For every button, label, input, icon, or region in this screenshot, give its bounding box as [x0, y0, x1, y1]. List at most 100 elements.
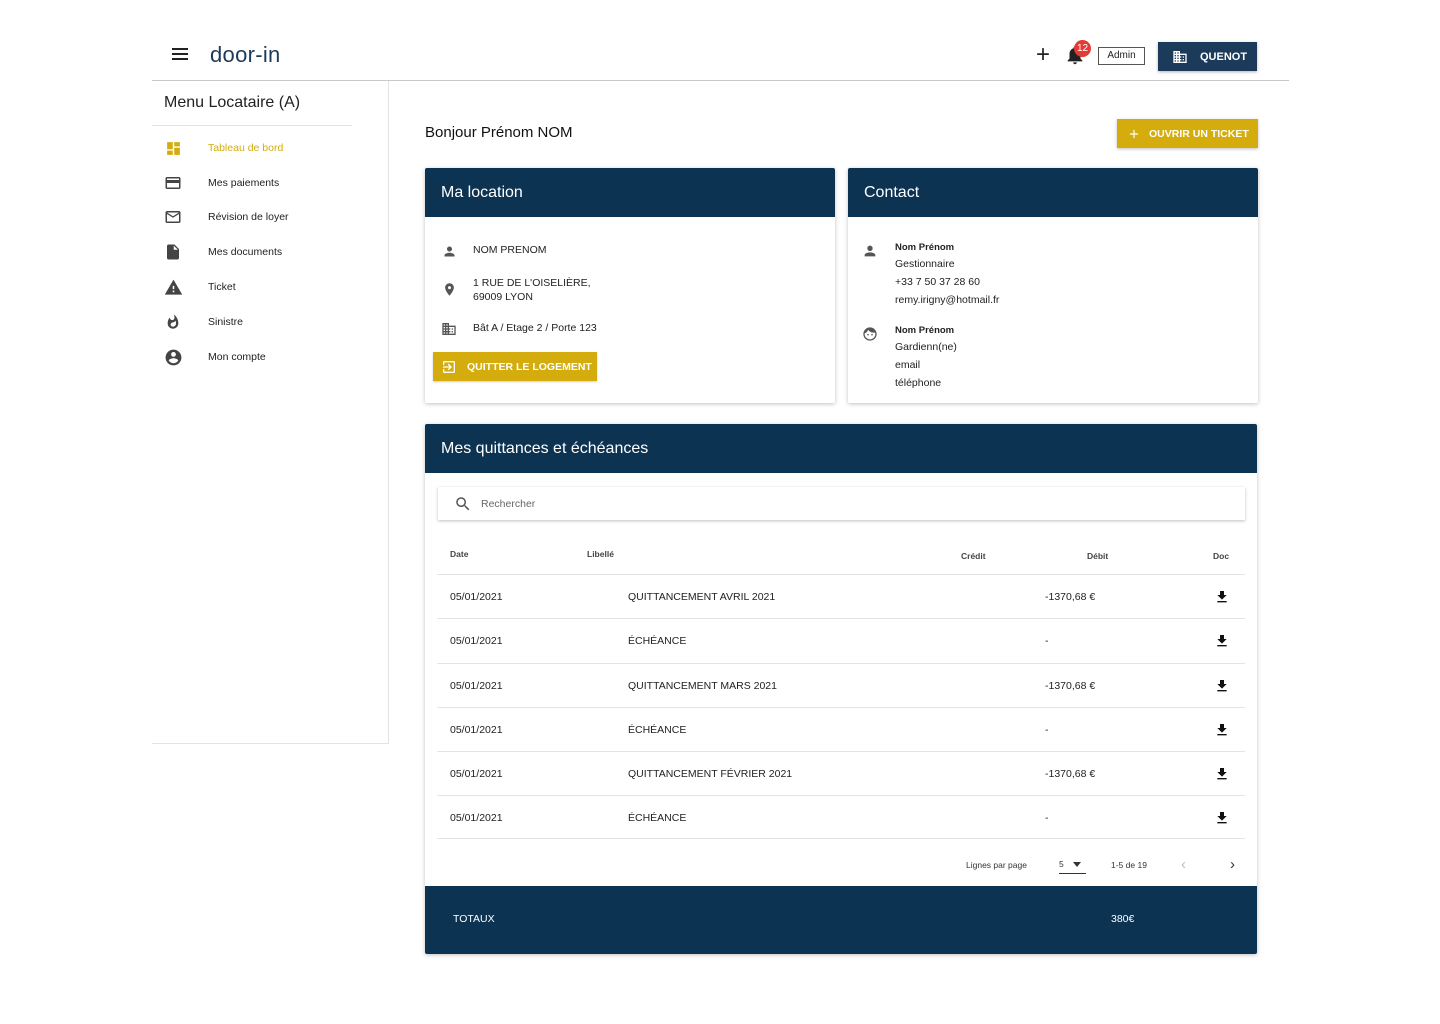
- tenant-name-row: NOM PRENOM: [441, 243, 547, 259]
- face-icon: [863, 327, 877, 341]
- table-row: 05/01/2021 QUITTANCEMENT FÉVRIER 2021 -1…: [437, 751, 1245, 795]
- mail-icon: [163, 207, 183, 227]
- sidebar-item-label: Mes documents: [208, 246, 283, 258]
- download-icon[interactable]: [1214, 721, 1230, 739]
- table-row: 05/01/2021 QUITTANCEMENT AVRIL 2021 -137…: [437, 574, 1245, 618]
- sidebar-item-label: Tableau de bord: [208, 142, 284, 154]
- building-row: Bât A / Etage 2 / Porte 123: [441, 321, 597, 337]
- sidebar-item-ticket[interactable]: Ticket: [152, 270, 388, 304]
- top-bar: door-in + 12 Admin QUENOT: [152, 28, 1289, 81]
- pagination: Lignes par page 5 1-5 de 19 ‹ ›: [425, 854, 1257, 884]
- column-header-libelle[interactable]: Libellé: [587, 549, 614, 559]
- download-icon[interactable]: [1214, 588, 1230, 606]
- row-date: 05/01/2021: [450, 812, 503, 824]
- contact-role: Gestionnaire: [895, 258, 955, 270]
- organization-button[interactable]: QUENOT: [1158, 42, 1257, 71]
- sidebar-item-sinistre[interactable]: Sinistre: [152, 305, 388, 339]
- address-row: 1 RUE DE L'OISELIÈRE, 69009 LYON: [441, 276, 591, 304]
- admin-button[interactable]: Admin: [1098, 47, 1145, 65]
- pagination-range: 1-5 de 19: [1111, 860, 1147, 870]
- download-icon[interactable]: [1214, 677, 1230, 695]
- app-logo[interactable]: door-in: [210, 42, 281, 68]
- divider: [152, 125, 352, 126]
- contact-phone[interactable]: email: [895, 356, 957, 374]
- warning-icon: [163, 277, 183, 297]
- dropdown-arrow-icon: [1073, 862, 1081, 867]
- column-header-debit[interactable]: Débit: [1087, 551, 1108, 561]
- contact-card: Contact Nom Prénom Gestionnaire +33 7 50…: [848, 168, 1258, 403]
- download-icon[interactable]: [1214, 809, 1230, 827]
- contact-card-title: Contact: [848, 168, 1258, 217]
- sidebar: Menu Locataire (A) Tableau de bord Mes p…: [152, 81, 389, 744]
- column-header-date[interactable]: Date: [450, 549, 468, 559]
- person-icon: [441, 243, 457, 259]
- row-debit: -1370,68 €: [1045, 591, 1096, 603]
- contact-name: Nom Prénom: [895, 325, 955, 336]
- chevron-left-icon[interactable]: ‹: [1181, 856, 1186, 873]
- sidebar-item-mon-compte[interactable]: Mon compte: [152, 340, 388, 374]
- search-input[interactable]: [481, 497, 1181, 510]
- contact-email[interactable]: téléphone: [895, 374, 957, 392]
- add-icon[interactable]: +: [1036, 43, 1050, 67]
- sidebar-item-mes-paiements[interactable]: Mes paiements: [152, 166, 388, 200]
- row-debit: -: [1045, 635, 1049, 647]
- tenant-name: NOM PRENOM: [473, 244, 547, 256]
- building-info: Bât A / Etage 2 / Porte 123: [473, 322, 597, 334]
- open-ticket-button[interactable]: OUVRIR UN TICKET: [1117, 119, 1258, 148]
- open-ticket-label: OUVRIR UN TICKET: [1149, 127, 1249, 140]
- row-date: 05/01/2021: [450, 724, 503, 736]
- hamburger-menu-icon[interactable]: [172, 48, 188, 60]
- row-debit: -1370,68 €: [1045, 680, 1096, 692]
- rows-per-page-label: Lignes par page: [966, 860, 1027, 870]
- dashboard-icon: [163, 138, 183, 158]
- account-circle-icon: [163, 347, 183, 367]
- row-libelle: ÉCHÉANCE: [628, 635, 687, 647]
- chevron-right-icon[interactable]: ›: [1230, 856, 1235, 873]
- row-date: 05/01/2021: [450, 591, 503, 603]
- row-debit: -1370,68 €: [1045, 768, 1096, 780]
- download-icon[interactable]: [1214, 765, 1230, 783]
- download-icon[interactable]: [1214, 632, 1230, 650]
- sidebar-item-tableau-de-bord[interactable]: Tableau de bord: [152, 131, 388, 165]
- location-card-title: Ma location: [425, 168, 835, 217]
- fire-icon: [163, 312, 183, 332]
- totals-value: 380€: [1111, 913, 1135, 925]
- contact-name: Nom Prénom: [895, 242, 955, 253]
- contact-email[interactable]: remy.irigny@hotmail.fr: [895, 291, 999, 309]
- row-debit: -: [1045, 812, 1049, 824]
- sidebar-item-revision-de-loyer[interactable]: Révision de loyer: [152, 200, 388, 234]
- row-date: 05/01/2021: [450, 680, 503, 692]
- totals-bar: TOTAUX 380€: [425, 886, 1257, 954]
- column-header-credit[interactable]: Crédit: [961, 551, 986, 561]
- search-bar[interactable]: [438, 487, 1245, 520]
- rows-per-page-value: 5: [1059, 859, 1064, 869]
- table-row: 05/01/2021 ÉCHÉANCE -: [437, 795, 1245, 839]
- sidebar-title: Menu Locataire (A): [164, 94, 301, 111]
- table-row: 05/01/2021 QUITTANCEMENT MARS 2021 -1370…: [437, 663, 1245, 707]
- row-libelle: QUITTANCEMENT MARS 2021: [628, 680, 777, 692]
- building-icon: [1173, 50, 1187, 63]
- address-line-2: 69009 LYON: [473, 291, 533, 303]
- sidebar-item-label: Sinistre: [208, 316, 244, 328]
- sidebar-item-mes-documents[interactable]: Mes documents: [152, 235, 388, 269]
- sidebar-item-label: Révision de loyer: [208, 211, 289, 223]
- quit-housing-label: QUITTER LE LOGEMENT: [467, 360, 592, 373]
- row-date: 05/01/2021: [450, 768, 503, 780]
- table-row: 05/01/2021 ÉCHÉANCE -: [437, 707, 1245, 751]
- contact-phone[interactable]: +33 7 50 37 28 60: [895, 273, 999, 291]
- row-date: 05/01/2021: [450, 635, 503, 647]
- exit-icon: [443, 360, 455, 373]
- document-icon: [163, 242, 183, 262]
- row-libelle: ÉCHÉANCE: [628, 812, 687, 824]
- sidebar-item-label: Ticket: [208, 281, 236, 293]
- rows-per-page-select[interactable]: 5: [1059, 856, 1086, 874]
- quit-housing-button[interactable]: QUITTER LE LOGEMENT: [433, 352, 597, 381]
- contact-manager: Nom Prénom Gestionnaire +33 7 50 37 28 6…: [862, 241, 999, 309]
- contact-role: Gardienn(ne): [895, 341, 957, 353]
- table-row: 05/01/2021 ÉCHÉANCE -: [437, 618, 1245, 662]
- building-icon: [441, 321, 457, 337]
- greeting-title: Bonjour Prénom NOM: [425, 124, 573, 141]
- location-card: Ma location NOM PRENOM 1 RUE DE L'OISELI…: [425, 168, 835, 403]
- column-header-doc: Doc: [1213, 551, 1230, 561]
- address-line-1: 1 RUE DE L'OISELIÈRE,: [473, 277, 591, 289]
